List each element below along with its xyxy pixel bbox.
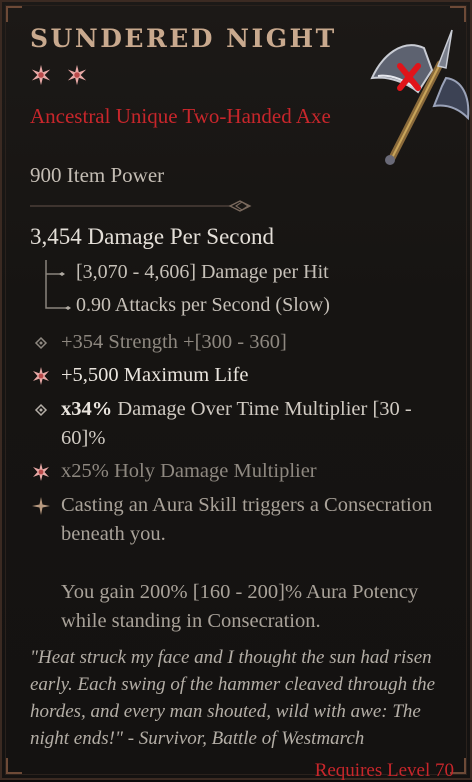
star-icon [31,64,51,86]
corner-ornament [450,6,466,22]
star-burst-icon [33,367,49,385]
flavor-text: "Heat struck my face and I thought the s… [30,647,436,749]
diamond-icon [34,403,48,417]
two-handed-axe-icon [370,29,470,165]
damage-per-hit: [3,070 - 4,606] Damage per Hit [76,261,329,283]
section-divider [30,200,252,212]
unique-power-line-1: Casting an Aura Skill triggers a Consecr… [61,494,433,545]
damage-per-second: 3,454 Damage Per Second [30,224,274,249]
unique-power-line-2: You gain 200% [160 - 200]% Aura Potency … [61,581,419,632]
affix-text: x34% Damage Over Time Multiplier [30 - 6… [61,395,461,453]
affix-text: +5,500 Maximum Life [61,364,249,386]
attack-speed: 0.90 Attacks per Second (Slow) [76,294,330,316]
affix-text: x25% Holy Damage Multiplier [61,460,317,482]
stat-branch-lines [45,260,71,310]
item-power: 900 Item Power [30,163,165,187]
affix-text: +354 Strength +[300 - 360] [61,331,287,353]
corner-ornament [6,6,22,22]
item-name: SUNDERED NIGHT [30,24,337,53]
star-icon [67,64,87,86]
star-burst-icon [33,463,49,481]
item-tooltip: SUNDERED NIGHT Ancestral Unique Two-Hand… [0,0,472,781]
item-rarity-type: Ancestral Unique Two-Handed Axe [30,104,331,128]
affix-rest: Damage Over Time Multiplier [30 - 60]% [61,398,412,449]
diamond-icon [34,336,48,350]
level-requirement: Requires Level 70 [314,760,454,781]
corner-ornament [6,758,22,774]
unique-spark-icon [32,497,50,515]
item-stars [30,64,88,86]
affix-value: x34% [61,398,113,420]
